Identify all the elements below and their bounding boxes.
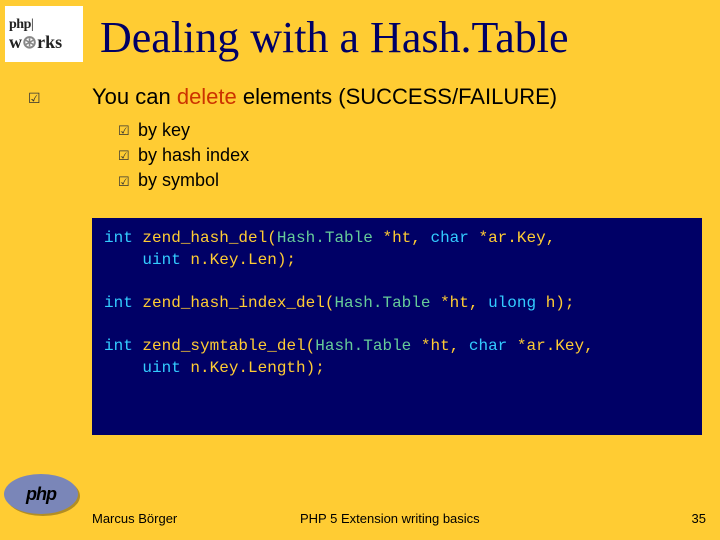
sub-text: by key: [138, 120, 190, 140]
php-text: php: [26, 484, 56, 505]
list-item: ☑by key: [118, 118, 249, 143]
code-text: *ht,: [430, 294, 488, 312]
code-text: *ht,: [411, 337, 469, 355]
code-text: n.Key.Length);: [181, 359, 325, 377]
code-text: zend_hash_del(: [133, 229, 277, 247]
main-bullet-icon: ☑: [28, 90, 41, 107]
phpworks-logo: php| w⊛rks: [5, 6, 83, 62]
main-post: elements (SUCCESS/FAILURE): [237, 84, 557, 109]
footer-title: PHP 5 Extension writing basics: [300, 511, 480, 526]
code-text: zend_hash_index_del(: [133, 294, 335, 312]
logo-w: w: [9, 32, 22, 52]
logo-line2: w⊛rks: [9, 33, 79, 51]
code-type: Hash.Table: [277, 229, 373, 247]
php-logo: php: [4, 474, 86, 520]
slide: php| w⊛rks Dealing with a Hash.Table ☑ Y…: [0, 0, 720, 540]
code-text: n.Key.Len);: [181, 251, 296, 269]
code-text: zend_symtable_del(: [133, 337, 315, 355]
code-kw: int: [104, 337, 133, 355]
code-text: *ar.Key,: [507, 337, 593, 355]
logo-rks: rks: [37, 32, 62, 52]
main-delete-word: delete: [177, 84, 237, 109]
list-item: ☑by hash index: [118, 143, 249, 168]
code-kw: int: [104, 229, 133, 247]
code-text: *ht,: [373, 229, 431, 247]
code-block: int zend_hash_del(Hash.Table *ht, char *…: [92, 218, 702, 435]
code-kw: ulong: [488, 294, 536, 312]
code-type: Hash.Table: [334, 294, 430, 312]
sub-bullet-list: ☑by key ☑by hash index ☑by symbol: [118, 118, 249, 194]
code-kw: int: [104, 294, 133, 312]
main-pre: You can: [92, 84, 177, 109]
sub-text: by hash index: [138, 145, 249, 165]
logo-bar: |: [31, 17, 34, 32]
code-kw: char: [469, 337, 507, 355]
check-icon: ☑: [118, 122, 138, 140]
slide-title: Dealing with a Hash.Table: [100, 12, 569, 63]
sub-text: by symbol: [138, 170, 219, 190]
footer-page-number: 35: [692, 511, 706, 526]
logo-php: php: [9, 17, 31, 32]
code-kw: char: [430, 229, 468, 247]
gear-icon: ⊛: [22, 33, 37, 51]
check-icon: ☑: [118, 147, 138, 165]
check-icon: ☑: [118, 173, 138, 191]
code-text: h);: [536, 294, 574, 312]
code-kw: uint: [142, 359, 180, 377]
php-oval: php: [4, 474, 78, 514]
code-type: Hash.Table: [315, 337, 411, 355]
main-text: You can delete elements (SUCCESS/FAILURE…: [92, 84, 557, 110]
footer-author: Marcus Börger: [92, 511, 177, 526]
code-text: *ar.Key,: [469, 229, 555, 247]
logo-line1: php|: [9, 17, 79, 33]
list-item: ☑by symbol: [118, 168, 249, 193]
code-kw: uint: [142, 251, 180, 269]
